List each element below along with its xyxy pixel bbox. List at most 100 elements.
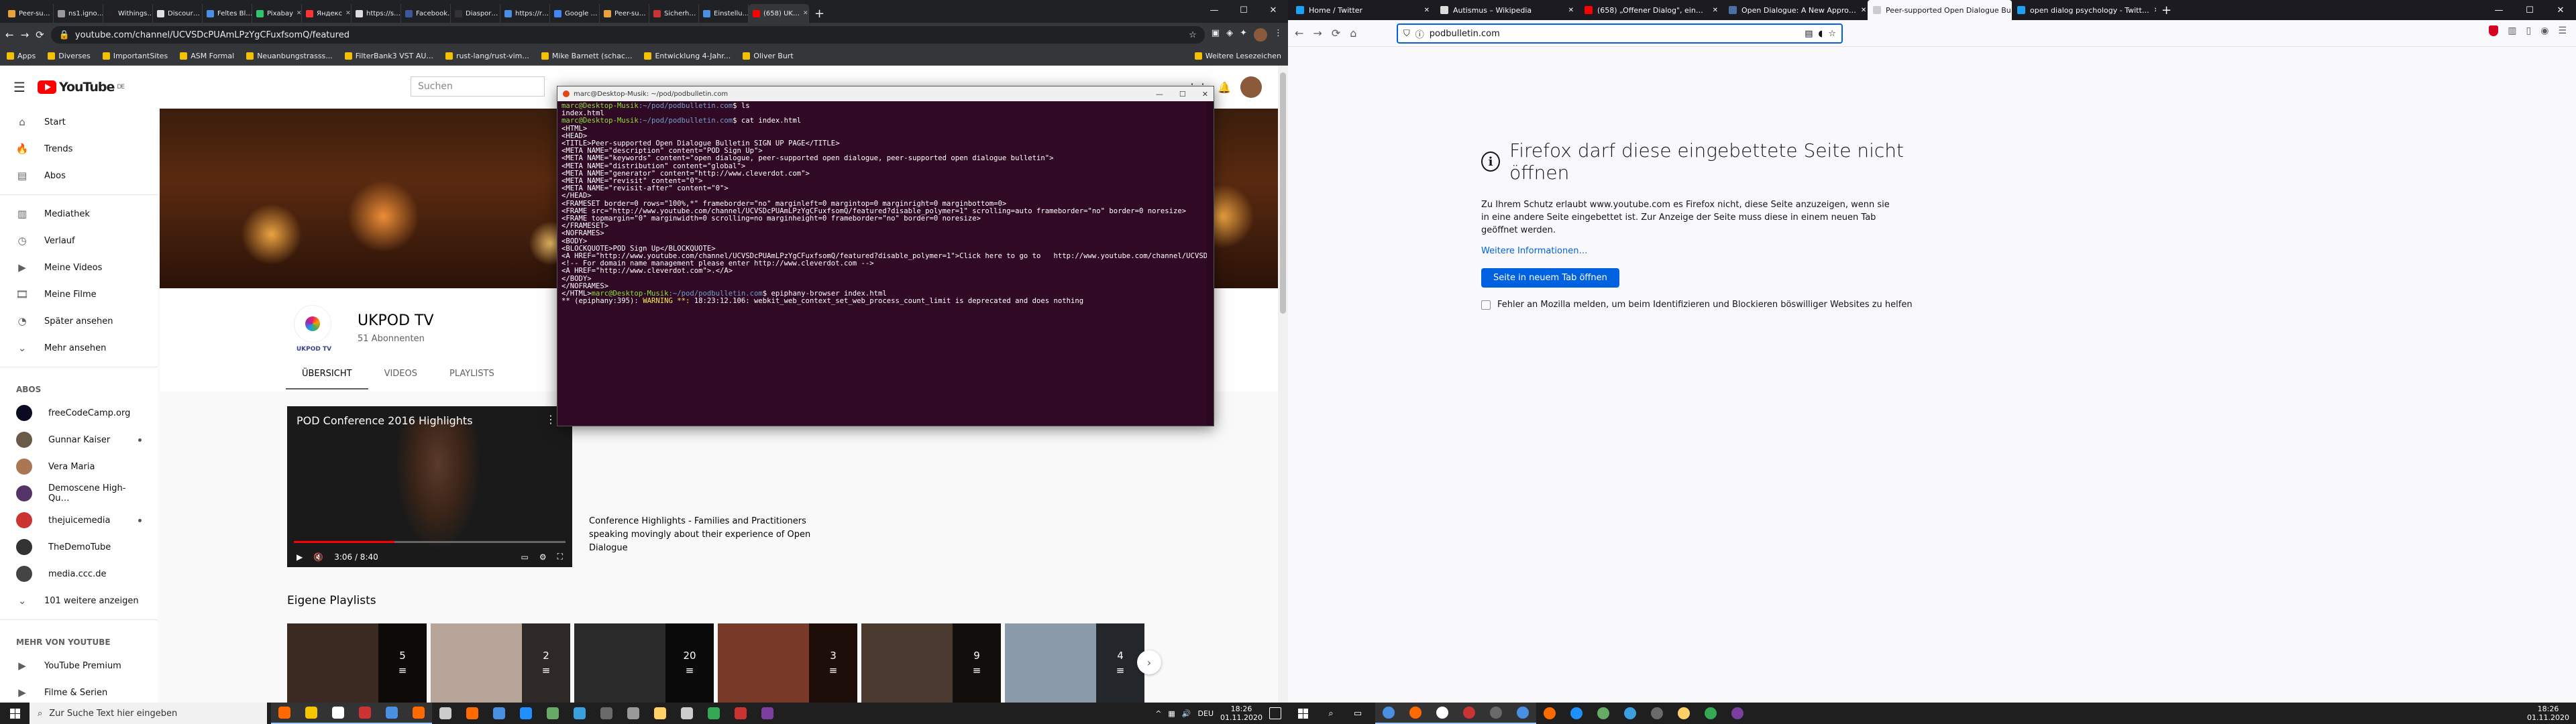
bookmark-item[interactable]: FilterBank3 VST AU...	[344, 52, 433, 60]
volume-icon[interactable]: 🔊	[1182, 709, 1191, 718]
taskbar-app-icon[interactable]	[1724, 703, 1751, 724]
new-tab-icon[interactable]: +	[2156, 1, 2177, 19]
search-icon[interactable]: ⌕	[1318, 703, 1344, 724]
taskbar-app-icon[interactable]	[1375, 703, 1402, 724]
maximize-icon[interactable]: ☐	[2514, 0, 2545, 20]
taskbar-app-icon[interactable]	[1483, 703, 1509, 724]
taskbar-app-icon[interactable]	[486, 703, 513, 724]
chrome-tab[interactable]: Withings…✕	[103, 4, 153, 23]
sidebar-item[interactable]: 🔥 Trends	[0, 135, 158, 162]
taskbar-app-icon[interactable]	[325, 703, 352, 724]
bookmark-item[interactable]: Entwicklung 4-Jahr...	[644, 52, 731, 60]
subtitles-icon[interactable]: ▭	[521, 552, 528, 562]
taskbar-app-icon[interactable]	[513, 703, 539, 724]
page-scrollbar[interactable]	[1278, 66, 1288, 703]
taskbar-app-icon[interactable]	[674, 703, 700, 724]
taskbar-app-icon[interactable]	[1697, 703, 1724, 724]
forward-icon[interactable]: →	[21, 29, 30, 41]
extension-icon[interactable]: ◈	[1226, 28, 1233, 42]
notification-center-icon[interactable]	[1269, 707, 1281, 719]
chrome-tab[interactable]: https://s…✕	[352, 4, 401, 23]
taskbar-app-icon[interactable]	[352, 703, 378, 724]
open-in-new-tab-button[interactable]: Seite in neuem Tab öffnen	[1481, 268, 1619, 288]
taskbar-app-icon[interactable]	[1429, 703, 1456, 724]
tab-close-icon[interactable]: ✕	[803, 10, 808, 17]
taskbar-app-icon[interactable]	[271, 703, 298, 724]
taskbar-app-icon[interactable]	[459, 703, 486, 724]
taskbar-clock[interactable]: 18:26 01.11.2020	[2527, 705, 2569, 722]
subscription-item[interactable]: TheDemoTube	[0, 534, 158, 560]
firefox-address-bar[interactable]: ⛉ ⓘ podbulletin.com ▤ ◖ ☆	[1397, 23, 1843, 44]
taskbar-app-icon[interactable]	[566, 703, 593, 724]
tab-close-icon[interactable]: ✕	[1424, 7, 1430, 14]
subscription-item[interactable]: Demoscene High-Qu…	[0, 480, 158, 507]
firefox-tab[interactable]: Home / Twitter ✕	[1291, 0, 1435, 20]
tab-videos[interactable]: VIDEOS	[368, 362, 433, 389]
terminal-output[interactable]: marc@Desktop-Musik:~/pod/podbulletin.com…	[557, 101, 1214, 426]
bookmark-item[interactable]: rust-lang/rust-vim...	[445, 52, 529, 60]
network-icon[interactable]: ▦	[1168, 709, 1175, 718]
tracking-shield-icon[interactable]: ⛉	[1403, 29, 1410, 39]
home-icon[interactable]: ⌂	[1350, 27, 1356, 40]
tab-overview[interactable]: ÜBERSICHT	[286, 362, 368, 389]
pocket-icon[interactable]: ◖	[1818, 29, 1823, 39]
more-youtube-item[interactable]: ▶ YouTube Premium	[0, 652, 158, 679]
show-more-subscriptions[interactable]: ⌄ 101 weitere anzeigen	[0, 587, 158, 614]
firefox-tab[interactable]: open dialog psychology - Twitt…✕	[2012, 0, 2156, 20]
ublock-icon[interactable]	[2489, 25, 2499, 36]
firefox-tab[interactable]: (658) „Offener Dialog", ein… ✕	[1579, 0, 1723, 20]
close-icon[interactable]: ✕	[1202, 90, 1208, 99]
tab-close-icon[interactable]: ✕	[297, 10, 301, 17]
taskbar-app-icon[interactable]	[378, 703, 405, 724]
chrome-tab[interactable]: Facebook…✕	[401, 4, 451, 23]
taskbar-app-icon[interactable]	[647, 703, 674, 724]
sidebar-item[interactable]: ▶ Meine Videos	[0, 254, 158, 281]
bookmark-item[interactable]: ASM Formal	[180, 52, 234, 60]
reload-icon[interactable]: ⟳	[36, 29, 44, 41]
subscription-item[interactable]: freeCodeCamp.org	[0, 400, 158, 426]
firefox-tab[interactable]: Autismus – Wikipedia ✕	[1435, 0, 1579, 20]
close-icon[interactable]: ✕	[1258, 0, 1288, 20]
notifications-icon[interactable]: 🔔	[1218, 81, 1231, 94]
bookmark-item[interactable]: Oliver Burt	[743, 52, 794, 60]
minimize-icon[interactable]: —	[1199, 0, 1229, 20]
mute-icon[interactable]: 🔇	[313, 552, 323, 562]
playlist-card[interactable]: 2 ≡	[431, 623, 570, 703]
firefox-tab[interactable]: Peer-supported Open Dialogue Bu…✕	[1868, 0, 2012, 20]
chrome-tab[interactable]: Pixabay ✕	[252, 4, 302, 23]
bookmark-item[interactable]: Mike Barnett (schac...	[541, 52, 632, 60]
taskbar-app-icon[interactable]	[432, 703, 459, 724]
tab-close-icon[interactable]: ✕	[1568, 7, 1574, 14]
chrome-tab[interactable]: ns1.igno…✕	[54, 4, 103, 23]
taskbar-search-input[interactable]: ⌕ Zur Suche Text hier eingeben	[30, 703, 267, 724]
back-icon[interactable]: ←	[1295, 27, 1303, 40]
taskbar-app-icon[interactable]	[1402, 703, 1429, 724]
video-progress-bar[interactable]	[294, 541, 566, 543]
taskbar-clock[interactable]: 18:26 01.11.2020	[1220, 705, 1263, 722]
firefox-menu-icon[interactable]: ☰	[2558, 25, 2567, 36]
account-icon[interactable]: ◉	[2540, 25, 2548, 36]
start-button[interactable]	[1288, 703, 1318, 724]
youtube-avatar[interactable]	[1240, 76, 1262, 98]
language-indicator[interactable]: DEU	[1198, 709, 1214, 718]
playlist-card[interactable]: 4 ≡	[1005, 623, 1144, 703]
taskbar-app-icon[interactable]	[1617, 703, 1644, 724]
channel-logo[interactable]	[294, 305, 331, 343]
fullscreen-icon[interactable]: ⛶	[557, 552, 563, 562]
start-button[interactable]	[0, 703, 30, 724]
youtube-logo[interactable]: YouTube DE	[37, 80, 125, 95]
taskbar-app-icon[interactable]	[1670, 703, 1697, 724]
chrome-tab[interactable]: https://r…✕	[500, 4, 550, 23]
chrome-tab[interactable]: Sicherh…✕	[649, 4, 699, 23]
taskbar-app-icon[interactable]	[298, 703, 325, 724]
taskbar-app-icon[interactable]	[593, 703, 620, 724]
chrome-tab[interactable]: Яндекс ✕	[302, 4, 352, 23]
chrome-menu-icon[interactable]: ⋮	[1274, 28, 1283, 42]
chrome-tab[interactable]: Einstellu…✕	[699, 4, 749, 23]
shelf-next-arrow-icon[interactable]: ›	[1137, 650, 1161, 674]
sidebar-item[interactable]: ◔ Später ansehen	[0, 308, 158, 335]
chrome-address-bar[interactable]: 🔒 youtube.com/channel/UCVSDcPUAmLPzYgCFu…	[50, 26, 1205, 44]
extension-icon[interactable]: ▣	[1212, 28, 1220, 42]
terminal-window[interactable]: marc@Desktop-Musik: ~/pod/podbulletin.co…	[557, 86, 1214, 426]
taskbar-app-icon[interactable]	[1644, 703, 1670, 724]
